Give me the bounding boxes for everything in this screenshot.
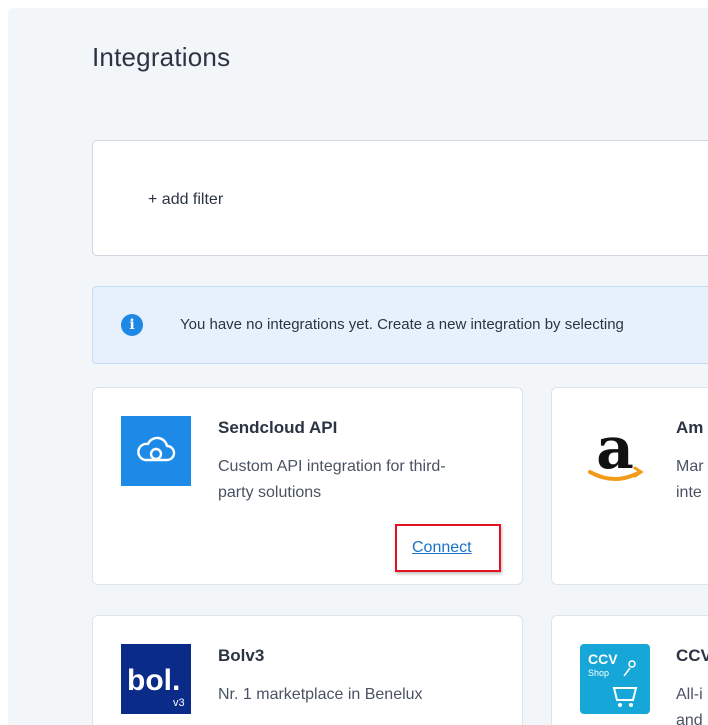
integration-card-ccv: CCV Shop CCV All-i and	[551, 615, 708, 725]
svg-text:bol.: bol.	[127, 664, 180, 697]
info-message: You have no integrations yet. Create a n…	[180, 316, 624, 333]
integration-card-amazon: a Am Mar inte	[551, 387, 708, 585]
integration-title: Sendcloud API	[218, 418, 338, 437]
add-filter-button[interactable]: + add filter	[148, 191, 223, 209]
svg-text:a: a	[596, 416, 634, 482]
integration-card-bolv3: bol. v3 Bolv3 Nr. 1 marketplace in Benel…	[92, 615, 523, 725]
info-banner: i You have no integrations yet. Create a…	[92, 286, 708, 364]
connect-link[interactable]: Connect	[412, 539, 472, 557]
integration-description: Nr. 1 marketplace in Benelux	[218, 686, 423, 703]
cloud-icon	[121, 416, 191, 486]
ccv-shop-logo: CCV Shop	[580, 644, 650, 714]
page-title: Integrations	[92, 42, 231, 72]
integration-title: Bolv3	[218, 646, 265, 665]
info-icon: i	[121, 314, 143, 336]
integration-title: Am	[676, 418, 704, 437]
svg-text:v3: v3	[173, 697, 185, 709]
svg-text:Shop: Shop	[588, 668, 609, 678]
svg-text:CCV: CCV	[588, 651, 618, 667]
content-panel: Integrations + add filter i You have no …	[8, 8, 708, 725]
integration-card-sendcloud: Sendcloud API Custom API integration for…	[92, 387, 523, 585]
integration-description: All-i and	[676, 686, 703, 725]
bol-logo: bol. v3	[121, 644, 191, 714]
filter-box: + add filter	[92, 140, 708, 256]
connect-highlight: Connect	[395, 524, 501, 572]
amazon-logo: a	[580, 414, 650, 486]
integration-title: CCV	[676, 646, 708, 665]
integration-description: Mar inte	[676, 458, 704, 501]
integration-description: Custom API integration for third-party s…	[218, 458, 446, 501]
